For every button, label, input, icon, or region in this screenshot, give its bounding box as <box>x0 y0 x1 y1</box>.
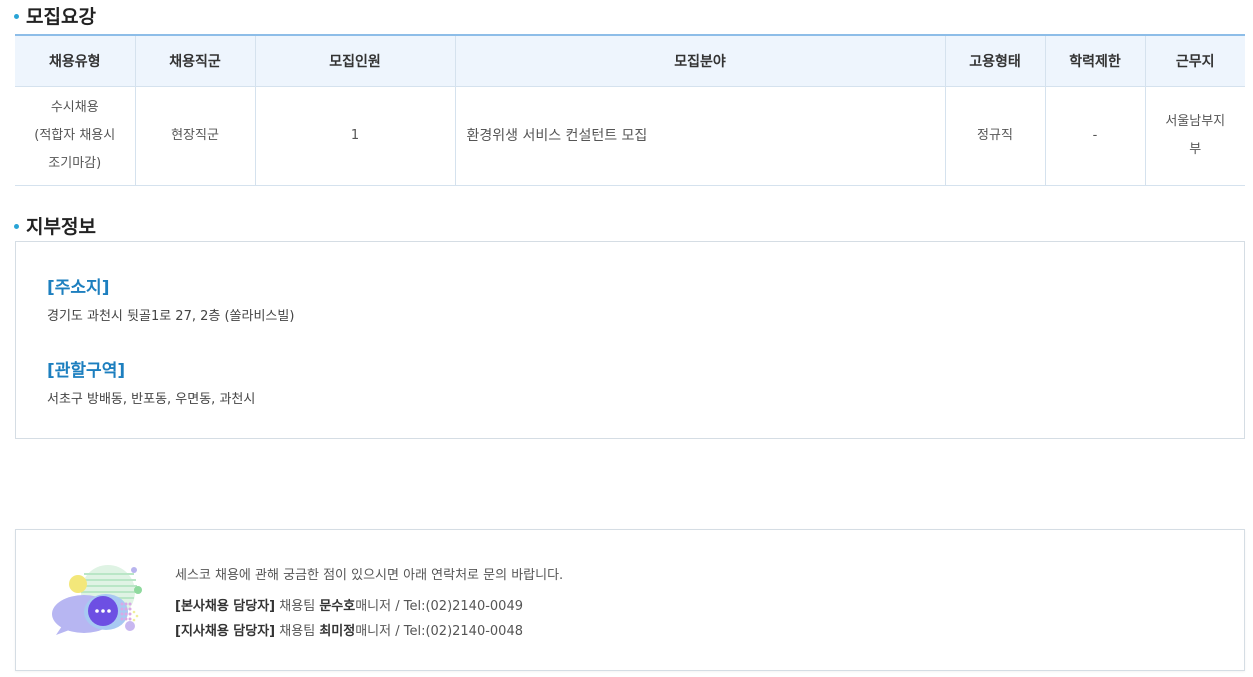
header-recruit-type: 채용유형 <box>15 34 135 87</box>
header-location: 근무지 <box>1144 34 1245 87</box>
table-header-row: 채용유형 채용직군 모집인원 모집분야 고용형태 학력제한 근무지 <box>15 34 1245 87</box>
address-label: [주소지] <box>47 278 110 298</box>
recruit-section-title-text: 모집요강 <box>26 6 96 28</box>
branch-section-title: 지부정보 <box>14 212 96 239</box>
branch-contact-team: 채용팀 <box>279 624 316 639</box>
recruit-type-line: 수시채용 <box>50 99 99 115</box>
cell-employment: 정규직 <box>944 86 1045 186</box>
cell-headcount: 1 <box>254 86 455 186</box>
hq-contact-title: 매니저 / Tel:(02)2140-0049 <box>355 599 523 614</box>
branch-section-title-text: 지부정보 <box>26 216 96 238</box>
location-line: 부 <box>1189 141 1202 157</box>
bullet-dot-icon <box>14 14 19 19</box>
branch-contact-label: [지사채용 담당자] <box>175 624 276 639</box>
branch-contact: [지사채용 담당자] 채용팀 최미정매니저 / Tel:(02)2140-004… <box>175 620 563 639</box>
hq-contact: [본사채용 담당자] 채용팀 문수호매니저 / Tel:(02)2140-004… <box>175 595 563 614</box>
location-line: 서울남부지 <box>1165 113 1226 129</box>
contact-intro: 세스코 채용에 관해 궁금한 점이 있으시면 아래 연락처로 문의 바랍니다. <box>175 568 564 583</box>
area-value: 서초구 방배동, 반포동, 우면동, 과천시 <box>47 392 256 407</box>
area-label: [관할구역] <box>47 361 126 381</box>
cell-education: - <box>1044 86 1145 186</box>
address-value: 경기도 과천시 뒷골1로 27, 2층 (쏠라비스빌) <box>47 309 295 324</box>
recruit-table: 채용유형 채용직군 모집인원 모집분야 고용형태 학력제한 근무지 수시채용 (… <box>15 34 1245 186</box>
chat-bubbles-icon <box>48 564 144 636</box>
contact-box: 세스코 채용에 관해 궁금한 점이 있으시면 아래 연락처로 문의 바랍니다. … <box>15 529 1245 671</box>
recruit-section-title: 모집요강 <box>14 2 96 29</box>
cell-location: 서울남부지 부 <box>1144 86 1245 186</box>
branch-contact-name: 최미정 <box>319 624 356 639</box>
cell-field: 환경위생 서비스 컨설턴트 모집 <box>454 86 945 186</box>
cell-job-group: 현장직군 <box>134 86 255 186</box>
header-field: 모집분야 <box>454 34 945 87</box>
header-headcount: 모집인원 <box>254 34 455 87</box>
header-employment: 고용형태 <box>944 34 1045 87</box>
contact-text: 세스코 채용에 관해 궁금한 점이 있으시면 아래 연락처로 문의 바랍니다. … <box>175 564 563 645</box>
bullet-dot-icon <box>14 224 19 229</box>
branch-info-box: [주소지] 경기도 과천시 뒷골1로 27, 2층 (쏠라비스빌) [관할구역]… <box>15 241 1245 439</box>
cell-recruit-type: 수시채용 (적합자 채용시 조기마감) <box>15 86 135 186</box>
recruit-type-line: 조기마감) <box>48 155 102 171</box>
branch-contact-title: 매니저 / Tel:(02)2140-0048 <box>355 624 523 639</box>
header-job-group: 채용직군 <box>134 34 255 87</box>
hq-contact-label: [본사채용 담당자] <box>175 599 276 614</box>
hq-contact-name: 문수호 <box>319 599 356 614</box>
table-row: 수시채용 (적합자 채용시 조기마감) 현장직군 1 환경위생 서비스 컨설턴트… <box>15 86 1245 186</box>
recruit-type-line: (적합자 채용시 <box>34 127 116 143</box>
header-education: 학력제한 <box>1044 34 1145 87</box>
hq-contact-team: 채용팀 <box>279 599 316 614</box>
